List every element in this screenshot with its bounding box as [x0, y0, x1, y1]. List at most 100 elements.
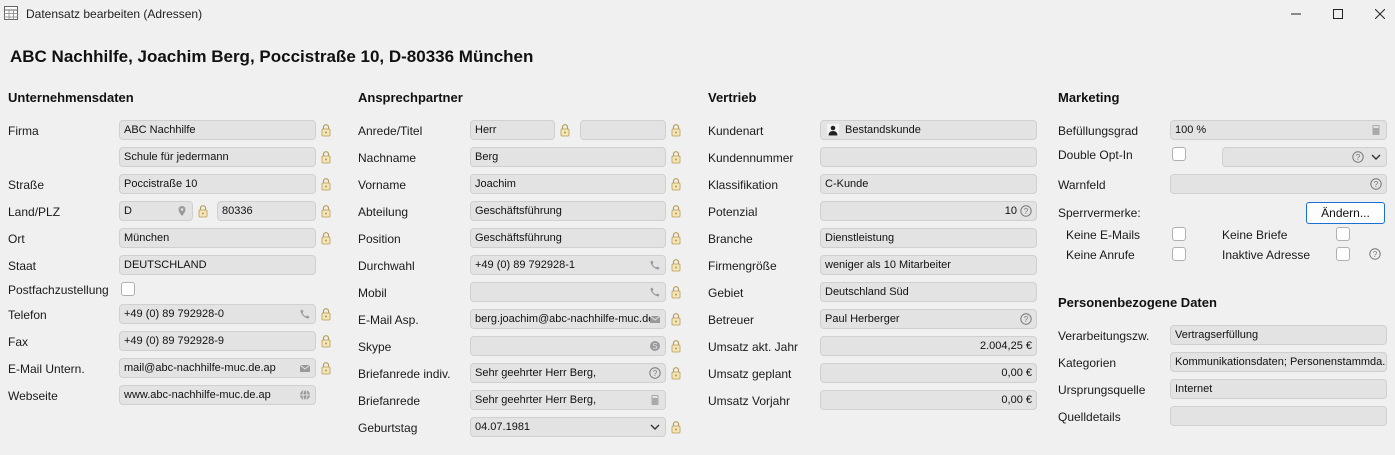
- mobil-field[interactable]: [470, 282, 666, 302]
- firma-field-1[interactable]: ABC Nachhilfe: [119, 120, 316, 140]
- ursprungsquelle-field[interactable]: Internet: [1170, 379, 1387, 399]
- klassifikation-field[interactable]: C-Kunde: [820, 174, 1037, 194]
- maximize-button[interactable]: [1315, 0, 1361, 28]
- lock-icon[interactable]: [671, 231, 681, 245]
- betreuer-field[interactable]: Paul Herberger?: [820, 309, 1037, 329]
- lock-icon[interactable]: [671, 366, 681, 380]
- lock-icon[interactable]: [321, 307, 331, 321]
- postfachzustellung-checkbox[interactable]: [121, 282, 135, 296]
- record-heading: ABC Nachhilfe, Joachim Berg, Poccistraße…: [10, 47, 534, 66]
- double-opt-in-select[interactable]: ?: [1222, 147, 1387, 167]
- lock-icon[interactable]: [671, 420, 681, 434]
- keine-emails-checkbox[interactable]: [1172, 227, 1186, 241]
- land-value: D: [124, 205, 132, 217]
- lock-icon[interactable]: [671, 312, 681, 326]
- label-nachname: Nachname: [358, 151, 417, 165]
- lock-icon[interactable]: [671, 285, 681, 299]
- geburtstag-date-picker[interactable]: 04.07.1981: [470, 417, 666, 437]
- ort-field[interactable]: München: [119, 228, 316, 248]
- webseite-value: www.abc-nachhilfe-muc.de.ap: [124, 389, 271, 401]
- briefanrede-value: Sehr geehrter Herr Berg,: [475, 394, 597, 406]
- lock-icon[interactable]: [321, 150, 331, 164]
- aendern-button[interactable]: Ändern...: [1306, 202, 1385, 224]
- label-sperrvermerke: Sperrvermerke:: [1058, 206, 1141, 220]
- help-icon[interactable]: ?: [1369, 248, 1381, 260]
- close-button[interactable]: [1357, 0, 1395, 28]
- keine-briefe-checkbox[interactable]: [1336, 227, 1350, 241]
- lock-icon[interactable]: [671, 339, 681, 353]
- abteilung-field[interactable]: Geschäftsführung: [470, 201, 666, 221]
- lock-icon[interactable]: [321, 123, 331, 137]
- branche-field[interactable]: Dienstleistung: [820, 228, 1037, 248]
- lock-icon[interactable]: [198, 204, 208, 218]
- verarbeitungszweck-field[interactable]: Vertragserfüllung: [1170, 325, 1387, 345]
- lock-icon[interactable]: [671, 258, 681, 272]
- label-klassifikation: Klassifikation: [708, 178, 779, 192]
- email-untern-field[interactable]: mail@abc-nachhilfe-muc.de.ap: [119, 358, 316, 378]
- keine-anrufe-checkbox[interactable]: [1172, 247, 1186, 261]
- titel-field[interactable]: [580, 120, 666, 140]
- lock-icon[interactable]: [671, 123, 681, 137]
- lock-icon[interactable]: [321, 334, 331, 348]
- gebiet-field[interactable]: Deutschland Süd: [820, 282, 1037, 302]
- lock-icon[interactable]: [321, 177, 331, 191]
- kundenart-field[interactable]: Bestandskunde: [820, 120, 1037, 140]
- vorname-field[interactable]: Joachim: [470, 174, 666, 194]
- inaktive-adresse-checkbox[interactable]: [1336, 247, 1350, 261]
- warnfeld-field[interactable]: ?: [1170, 174, 1387, 194]
- anrede-field[interactable]: Herr: [470, 120, 555, 140]
- land-field[interactable]: D: [119, 201, 193, 221]
- betreuer-value: Paul Herberger: [825, 313, 900, 325]
- label-double-opt-in: Double Opt-In: [1058, 148, 1133, 162]
- label-land-plz: Land/PLZ: [8, 205, 61, 219]
- staat-field[interactable]: DEUTSCHLAND: [119, 255, 316, 275]
- help-icon[interactable]: ?: [1370, 178, 1382, 190]
- webseite-field[interactable]: www.abc-nachhilfe-muc.de.ap: [119, 385, 316, 405]
- kategorien-field[interactable]: Kommunikationsdaten; Personenstammda...: [1170, 352, 1387, 372]
- label-warnfeld: Warnfeld: [1058, 178, 1106, 192]
- firma-field-2[interactable]: Schule für jedermann: [119, 147, 316, 167]
- lock-icon[interactable]: [560, 123, 570, 137]
- label-ort: Ort: [8, 232, 25, 246]
- label-kategorien: Kategorien: [1058, 356, 1117, 370]
- skype-field[interactable]: S: [470, 336, 666, 356]
- umsatz-akt-jahr-field[interactable]: 2.004,25 €: [820, 336, 1037, 356]
- help-icon[interactable]: ?: [649, 367, 661, 379]
- label-kundennummer: Kundennummer: [708, 151, 794, 165]
- quelldetails-field[interactable]: [1170, 406, 1387, 426]
- label-kundenart: Kundenart: [708, 124, 764, 138]
- lock-icon[interactable]: [321, 361, 331, 375]
- lock-icon[interactable]: [321, 231, 331, 245]
- help-icon[interactable]: ?: [1352, 151, 1364, 163]
- umsatz-vorjahr-field[interactable]: 0,00 €: [820, 390, 1037, 410]
- potenzial-field[interactable]: 10?: [820, 201, 1037, 221]
- email-asp-field[interactable]: berg.joachim@abc-nachhilfe-muc.de: [470, 309, 666, 329]
- position-field[interactable]: Geschäftsführung: [470, 228, 666, 248]
- help-icon[interactable]: ?: [1020, 205, 1032, 217]
- firmengroesse-field[interactable]: weniger als 10 Mitarbeiter: [820, 255, 1037, 275]
- lock-icon[interactable]: [671, 177, 681, 191]
- durchwahl-field[interactable]: +49 (0) 89 792928-1: [470, 255, 666, 275]
- strasse-field[interactable]: Poccistraße 10: [119, 174, 316, 194]
- nachname-field[interactable]: Berg: [470, 147, 666, 167]
- minimize-button[interactable]: [1273, 0, 1319, 28]
- lock-icon[interactable]: [671, 150, 681, 164]
- double-opt-in-checkbox[interactable]: [1172, 147, 1186, 161]
- label-vorname: Vorname: [358, 178, 407, 192]
- fax-field[interactable]: +49 (0) 89 792928-9: [119, 331, 316, 351]
- lock-icon[interactable]: [321, 204, 331, 218]
- plz-field[interactable]: 80336: [217, 201, 316, 221]
- kundennummer-field[interactable]: [820, 147, 1037, 167]
- briefanrede-field[interactable]: Sehr geehrter Herr Berg,: [470, 390, 666, 410]
- maximize-icon: [1333, 9, 1343, 19]
- section-unternehmensdaten: Unternehmensdaten: [8, 90, 134, 105]
- label-firma: Firma: [8, 124, 39, 138]
- help-icon[interactable]: ?: [1020, 313, 1032, 325]
- briefanrede-indiv-field[interactable]: Sehr geehrter Herr Berg,?: [470, 363, 666, 383]
- umsatz-geplant-field[interactable]: 0,00 €: [820, 363, 1037, 383]
- chevron-down-icon[interactable]: [649, 421, 661, 433]
- befuellungsgrad-field[interactable]: 100 %: [1170, 120, 1387, 140]
- lock-icon[interactable]: [671, 204, 681, 218]
- chevron-down-icon[interactable]: [1370, 151, 1382, 163]
- telefon-field[interactable]: +49 (0) 89 792928-0: [119, 304, 316, 324]
